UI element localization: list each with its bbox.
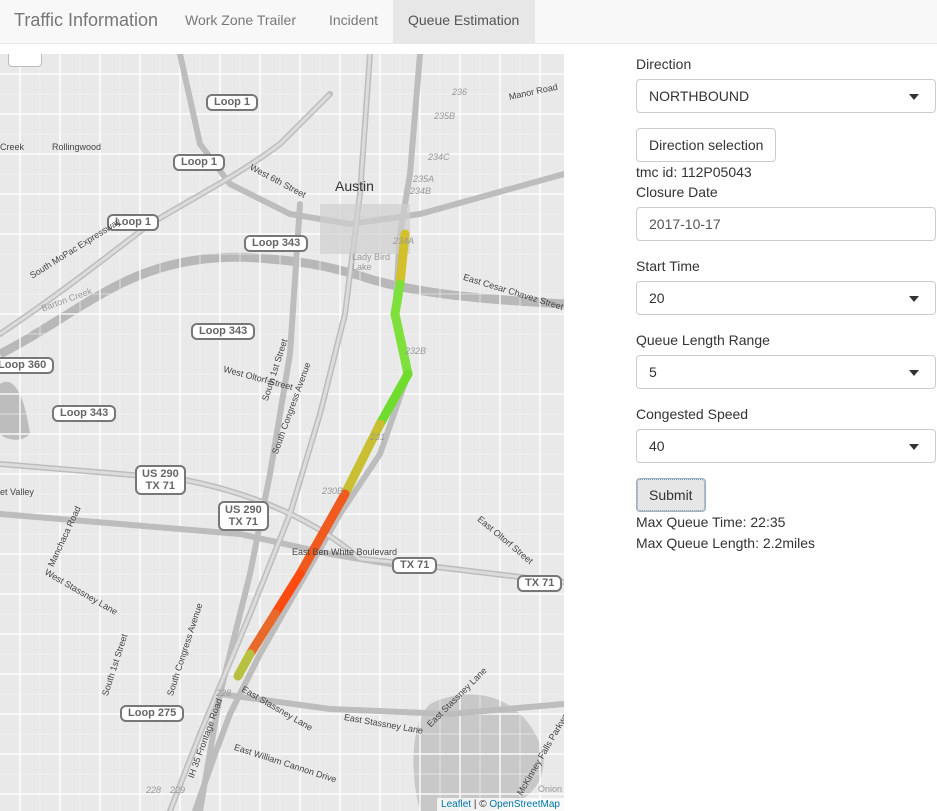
shield-tx-71: TX 71 [145, 480, 176, 492]
map-label: Lady Bird Lake [352, 252, 391, 272]
shield-us-290: US 290 [225, 504, 262, 516]
direction-label: Direction [636, 56, 692, 72]
congested-speed-select[interactable]: 40 [636, 429, 936, 463]
exit-label: 235B [434, 111, 456, 121]
leaflet-link[interactable]: Leaflet [441, 799, 471, 810]
map-label: Creek [0, 142, 25, 152]
shield-tx-71: TX 71 [517, 575, 563, 592]
chevron-down-icon [909, 296, 919, 302]
tab-work-zone-trailer[interactable]: Work Zone Trailer [170, 0, 311, 43]
shield-loop-343: Loop 343 [244, 235, 309, 252]
direction-select[interactable]: NORTHBOUND [636, 79, 936, 113]
exit-label: 229 [170, 785, 186, 795]
exit-label: 228 [216, 688, 232, 698]
max-queue-length-text: Max Queue Length: 2.2miles [636, 535, 815, 551]
queue-length-range-value: 5 [649, 364, 657, 380]
direction-selection-button[interactable]: Direction selection [636, 128, 777, 162]
exit-label: 232B [405, 346, 427, 356]
congested-speed-value: 40 [649, 438, 665, 454]
map-attribution: Leaflet | © OpenStreetMap [437, 798, 564, 811]
exit-label: 236 [452, 87, 468, 97]
shield-us-290: US 290 [142, 468, 179, 480]
map-label: East Ben White Boulevard [292, 547, 398, 557]
shield-loop-275: Loop 275 [120, 705, 185, 722]
exit-label: 230B [322, 486, 344, 496]
closure-date-input[interactable] [636, 207, 936, 241]
shield-loop-1: Loop 1 [206, 94, 259, 111]
shield-tx-71: TX 71 [392, 557, 438, 574]
chevron-down-icon [909, 444, 919, 450]
map-label: Onion [538, 784, 563, 794]
submit-button[interactable]: Submit [636, 478, 706, 512]
osm-link[interactable]: OpenStreetMap [489, 799, 560, 810]
exit-label: 231 [370, 432, 386, 442]
queue-length-range-select[interactable]: 5 [636, 355, 936, 389]
navbar: Traffic Information Work Zone Trailer In… [0, 0, 937, 44]
exit-label: 234C [428, 152, 450, 162]
start-time-label: Start Time [636, 258, 700, 274]
chevron-down-icon [909, 94, 919, 100]
max-queue-time-text: Max Queue Time: 22:35 [636, 514, 786, 530]
tmc-id-text: tmc id: 112P05043 [636, 164, 752, 180]
shield-loop-343: Loop 343 [52, 405, 117, 422]
start-time-select[interactable]: 20 [636, 281, 936, 315]
queue-length-range-label: Queue Length Range [636, 332, 770, 348]
shield-us-290-tx-71: US 290 TX 71 [135, 465, 186, 495]
navbar-brand[interactable]: Traffic Information [14, 0, 158, 44]
shield-us-290-tx-71: US 290 TX 71 [218, 501, 269, 531]
zoom-control[interactable] [8, 54, 42, 67]
shield-loop-343: Loop 343 [191, 323, 256, 340]
shield-tx-71: TX 71 [228, 516, 259, 528]
exit-label: 234A [393, 236, 415, 246]
shield-loop-1: Loop 1 [173, 154, 226, 171]
exit-label: 234B [410, 186, 432, 196]
congested-speed-label: Congested Speed [636, 406, 749, 422]
map-label-city: Austin [335, 178, 374, 194]
start-time-select-value: 20 [649, 290, 665, 306]
exit-label: 228 [146, 785, 162, 795]
closure-date-label: Closure Date [636, 184, 718, 200]
chevron-down-icon [909, 370, 919, 376]
direction-select-value: NORTHBOUND [649, 88, 750, 104]
attribution-separator: | © [471, 799, 490, 810]
tab-incident[interactable]: Incident [314, 0, 393, 43]
map-label: et Valley [0, 487, 34, 497]
tab-queue-estimation[interactable]: Queue Estimation [393, 0, 535, 43]
shield-loop-360: Loop 360 [0, 357, 55, 374]
map-label: Rollingwood [52, 142, 102, 152]
exit-label: 235A [413, 174, 435, 184]
map[interactable]: Loop 1 Loop 1 Loop 1 Loop 343 Loop 343 L… [0, 54, 564, 811]
